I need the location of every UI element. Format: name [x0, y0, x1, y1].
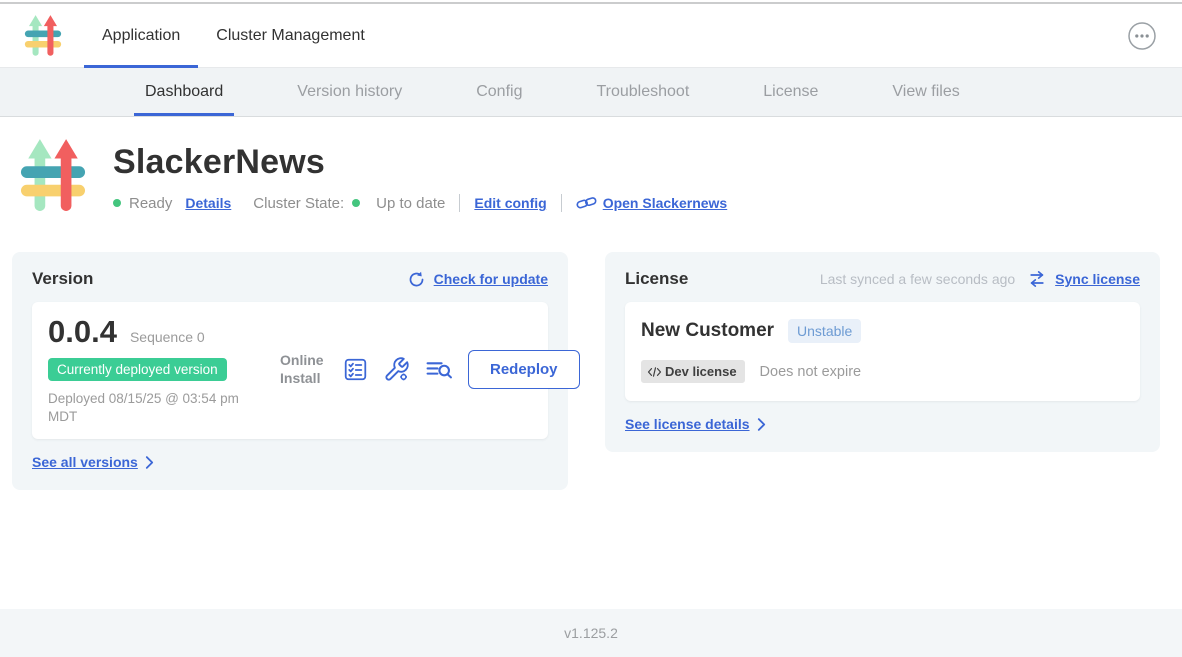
tab-label: Version history	[297, 83, 402, 101]
license-card: License Last synced a few seconds ago Sy…	[605, 252, 1160, 452]
preflight-checks-button[interactable]	[343, 357, 368, 382]
license-type-label: Dev license	[665, 364, 737, 379]
ellipsis-circle-icon	[1127, 21, 1157, 51]
license-card-title: License	[625, 269, 688, 289]
version-card-title: Version	[32, 269, 93, 289]
check-for-update[interactable]: Check for update	[407, 270, 548, 289]
sync-arrows-icon	[1027, 269, 1047, 289]
deployed-timestamp: Deployed 08/15/25 @ 03:54 pm MDT	[48, 390, 258, 425]
deployed-badge: Currently deployed version	[48, 358, 227, 381]
more-options-button[interactable]	[1126, 20, 1158, 52]
chevron-right-icon	[145, 455, 154, 470]
version-card: Version Check for update 0.0.4 Sequence …	[12, 252, 568, 490]
cluster-state-label: Cluster State:	[253, 195, 344, 212]
hash-arrows-logo-icon	[20, 137, 86, 215]
tab-label: License	[763, 83, 818, 101]
redeploy-button[interactable]: Redeploy	[468, 350, 580, 389]
tab-troubleshoot[interactable]: Troubleshoot	[596, 68, 689, 116]
tab-license[interactable]: License	[763, 68, 818, 116]
nav-tab-label: Application	[102, 27, 180, 45]
chevron-right-icon	[757, 417, 766, 432]
cluster-state-text: Up to date	[376, 195, 445, 212]
channel-badge: Unstable	[788, 319, 861, 343]
logs-search-icon	[425, 357, 453, 382]
license-panel: New Customer Unstable Dev license Does n…	[625, 302, 1140, 401]
cluster-status-dot	[352, 199, 360, 207]
see-license-details-label: See license details	[625, 416, 750, 432]
app-status-text: Ready	[129, 195, 172, 212]
wrench-gear-icon	[383, 356, 410, 383]
current-version-panel: 0.0.4 Sequence 0 Currently deployed vers…	[32, 302, 548, 439]
see-all-versions-link[interactable]: See all versions	[32, 454, 154, 470]
app-subnav: Dashboard Version history Config Trouble…	[0, 68, 1182, 117]
hash-arrows-logo-icon	[24, 14, 62, 58]
refresh-icon	[407, 270, 426, 289]
open-app-label: Open Slackernews	[603, 195, 728, 211]
install-type-label: Online Install	[280, 352, 328, 387]
console-version: v1.125.2	[564, 625, 618, 641]
nav-tab-cluster-management[interactable]: Cluster Management	[198, 4, 383, 67]
app-logo-small	[24, 14, 62, 58]
check-for-update-label: Check for update	[434, 271, 548, 287]
tab-view-files[interactable]: View files	[892, 68, 959, 116]
open-app-link[interactable]: Open Slackernews	[576, 195, 728, 211]
view-logs-button[interactable]	[425, 357, 453, 382]
license-type-badge: Dev license	[641, 360, 745, 383]
details-link[interactable]: Details	[185, 195, 231, 211]
footer: v1.125.2	[0, 609, 1182, 657]
page-title: SlackerNews	[113, 143, 727, 182]
app-status-dot	[113, 199, 121, 207]
code-icon	[647, 366, 662, 378]
sync-license[interactable]: Sync license	[1027, 269, 1140, 289]
customer-name: New Customer	[641, 320, 774, 342]
nav-tab-application[interactable]: Application	[84, 4, 198, 67]
edit-config-button[interactable]	[383, 356, 410, 383]
last-synced-text: Last synced a few seconds ago	[820, 271, 1015, 287]
link-icon	[576, 195, 597, 211]
tab-dashboard[interactable]: Dashboard	[145, 68, 223, 116]
version-number: 0.0.4	[48, 314, 117, 350]
app-status-row: Ready Details Cluster State: Up to date …	[113, 194, 727, 212]
version-sequence: Sequence 0	[130, 329, 205, 345]
tab-version-history[interactable]: Version history	[297, 68, 402, 116]
tab-label: Dashboard	[145, 83, 223, 101]
nav-tab-label: Cluster Management	[216, 27, 365, 45]
checklist-icon	[343, 357, 368, 382]
divider	[561, 194, 562, 212]
app-logo-large	[20, 137, 86, 220]
edit-config-link[interactable]: Edit config	[474, 195, 546, 211]
tab-label: View files	[892, 83, 959, 101]
top-navbar: Application Cluster Management	[0, 4, 1182, 68]
license-expiry: Does not expire	[760, 364, 862, 380]
app-header: SlackerNews Ready Details Cluster State:…	[0, 117, 1182, 220]
dashboard-cards: Version Check for update 0.0.4 Sequence …	[0, 220, 1182, 490]
see-license-details-link[interactable]: See license details	[625, 416, 766, 432]
tab-label: Troubleshoot	[596, 83, 689, 101]
tab-config[interactable]: Config	[476, 68, 522, 116]
divider	[459, 194, 460, 212]
sync-license-label: Sync license	[1055, 271, 1140, 287]
tab-label: Config	[476, 83, 522, 101]
see-all-versions-label: See all versions	[32, 454, 138, 470]
